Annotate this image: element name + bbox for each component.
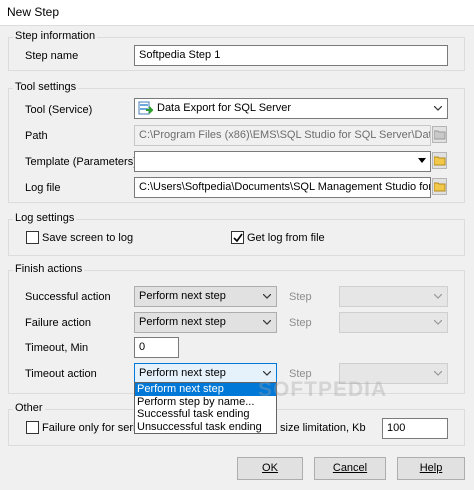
caret-down-icon [418, 158, 426, 163]
window-title: New Step [7, 5, 60, 19]
chevron-down-icon [434, 320, 442, 325]
chevron-down-icon [434, 294, 442, 299]
size-limit-label: size limitation, Kb [280, 422, 366, 434]
get-log-checkbox[interactable] [231, 231, 244, 244]
step-label: Step [289, 291, 312, 303]
successful-action-select[interactable]: Perform next step [134, 286, 277, 307]
get-log-label: Get log from file [247, 232, 325, 244]
step-name-label: Step name [25, 50, 79, 62]
chevron-down-icon [434, 106, 442, 111]
save-screen-label: Save screen to log [42, 232, 134, 244]
chevron-down-icon [263, 294, 271, 299]
data-export-icon [138, 101, 155, 118]
save-screen-checkbox[interactable] [26, 231, 39, 244]
dropdown-option[interactable]: Perform next step [135, 383, 276, 396]
help-button[interactable]: Help [397, 457, 465, 480]
template-select[interactable] [134, 151, 431, 172]
help-label: Help [419, 462, 443, 474]
path-input[interactable]: C:\Program Files (x86)\EMS\SQL Studio fo… [134, 125, 431, 146]
ok-label: OK [262, 462, 278, 474]
failure-only-checkbox[interactable] [26, 421, 39, 434]
browse-path-button[interactable] [432, 126, 447, 143]
browse-log-file-button[interactable] [432, 178, 447, 195]
successful-action-value: Perform next step [139, 290, 226, 302]
timeout-action-dropdown[interactable]: Perform next step Perform step by name..… [134, 382, 277, 434]
checkmark-icon [233, 233, 243, 243]
dropdown-option[interactable]: Successful task ending [135, 408, 276, 421]
title-bar: New Step [0, 0, 474, 26]
log-file-input[interactable]: C:\Users\Softpedia\Documents\SQL Managem… [134, 177, 431, 198]
group-title: Tool settings [13, 81, 79, 93]
watermark: SOFTPEDIA [258, 378, 388, 401]
chevron-down-icon [263, 320, 271, 325]
path-label: Path [25, 130, 48, 142]
group-title: Step information [13, 30, 98, 42]
failure-step-select[interactable] [339, 312, 448, 333]
log-file-label: Log file [25, 182, 61, 194]
browse-template-button[interactable] [432, 152, 447, 169]
size-limit-input[interactable]: 100 [382, 418, 448, 439]
timeout-action-select[interactable]: Perform next step [134, 363, 277, 384]
template-label: Template (Parameters) [25, 156, 137, 168]
group-title: Finish actions [13, 263, 85, 275]
chevron-down-icon [434, 371, 442, 376]
chevron-down-icon [263, 371, 271, 376]
timeout-min-input[interactable]: 0 [134, 337, 179, 358]
ok-button[interactable]: OK [237, 457, 303, 480]
successful-step-select[interactable] [339, 286, 448, 307]
cancel-label: Cancel [332, 462, 368, 474]
failure-action-label: Failure action [25, 317, 92, 329]
group-title: Log settings [13, 212, 77, 224]
failure-action-select[interactable]: Perform next step [134, 312, 277, 333]
tool-select[interactable]: Data Export for SQL Server [134, 98, 448, 119]
timeout-min-label: Timeout, Min [25, 342, 89, 354]
dropdown-option[interactable]: Perform step by name... [135, 396, 276, 409]
tool-select-value: Data Export for SQL Server [157, 102, 292, 114]
cancel-button[interactable]: Cancel [314, 457, 386, 480]
timeout-action-label: Timeout action [25, 368, 97, 380]
successful-action-label: Successful action [25, 291, 111, 303]
timeout-action-value: Perform next step [139, 367, 226, 379]
step-label: Step [289, 317, 312, 329]
group-title: Other [13, 402, 45, 414]
dropdown-option[interactable]: Unsuccessful task ending [135, 421, 276, 434]
step-name-input[interactable]: Softpedia Step 1 [134, 45, 448, 66]
failure-action-value: Perform next step [139, 316, 226, 328]
failure-only-label: Failure only for seriou [42, 422, 148, 434]
tool-label: Tool (Service) [25, 104, 93, 116]
